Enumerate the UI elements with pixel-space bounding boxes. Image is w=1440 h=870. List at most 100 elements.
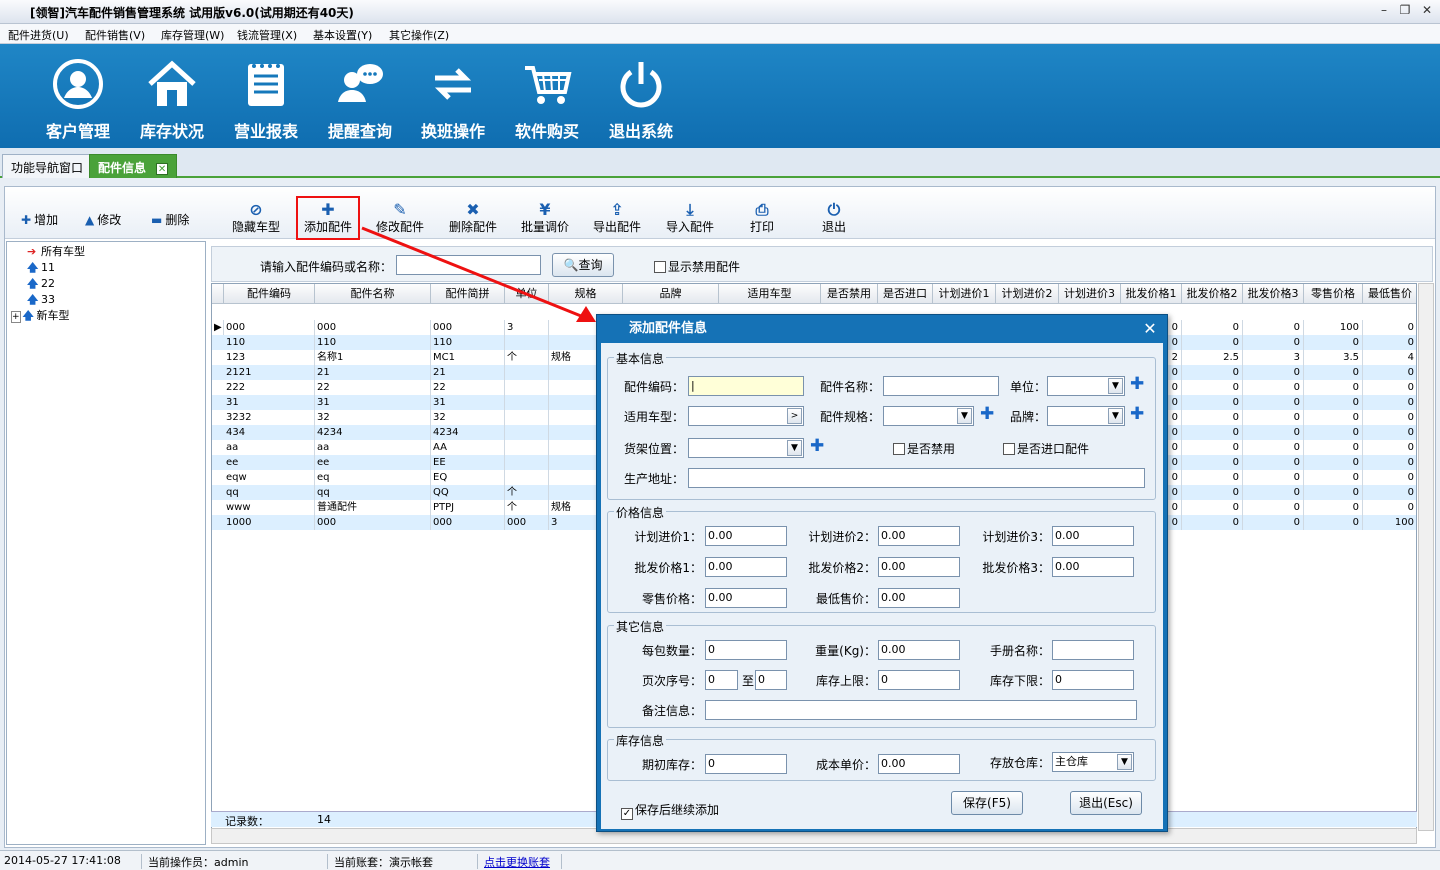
col-header[interactable]: 批发价格1	[1121, 284, 1182, 304]
tree-node-new[interactable]: + 🡅 新车型	[11, 308, 70, 324]
weight-input[interactable]: 0.00	[878, 640, 960, 660]
perpack-input[interactable]: 0	[705, 640, 787, 660]
tab-nav-window[interactable]: 功能导航窗口	[2, 154, 93, 178]
print-button[interactable]: ⎙ 打印	[730, 201, 794, 235]
name-input[interactable]	[883, 376, 999, 396]
restore-icon[interactable]: ❐	[1396, 3, 1414, 20]
tab-close-icon[interactable]: ✕	[156, 163, 169, 175]
menu-purchase[interactable]: 配件进货(U)	[8, 27, 69, 43]
search-button[interactable]: 🔍查询	[552, 253, 614, 277]
purchase-software-button[interactable]: 软件购买	[502, 58, 592, 142]
lower-input[interactable]: 0	[1052, 670, 1134, 690]
spec-select[interactable]: ▼	[883, 406, 974, 426]
tree-node-33[interactable]: 🡅 33	[27, 292, 55, 308]
unit-select[interactable]: ▼	[1047, 376, 1125, 396]
report-button[interactable]: 营业报表	[221, 58, 311, 142]
exit-label: 退出	[821, 220, 846, 234]
tree-root[interactable]: ➔ 所有车型	[27, 244, 85, 260]
continue-checkbox[interactable]: ✓ 保存后继续添加	[621, 801, 719, 820]
table-cell: 0	[1182, 320, 1243, 335]
col-header[interactable]: 计划进价3	[1059, 284, 1121, 304]
expand-icon[interactable]: +	[11, 311, 21, 323]
exit-system-button[interactable]: 退出系统	[596, 58, 686, 142]
browse-icon[interactable]: >	[787, 408, 802, 424]
col-header[interactable]: 适用车型	[719, 284, 821, 304]
retail-input[interactable]: 0.00	[705, 588, 787, 608]
search-input[interactable]	[396, 255, 541, 275]
menu-sales[interactable]: 配件销售(V)	[85, 27, 145, 43]
import-part-button[interactable]: ⤓ 导入配件	[658, 201, 722, 235]
table-cell: 0	[1363, 380, 1416, 395]
shelf-select[interactable]: ▼	[688, 438, 804, 458]
add-brand-icon[interactable]: ✚	[1130, 406, 1144, 423]
close-icon[interactable]: ✕	[1418, 3, 1436, 20]
dialog-close-icon[interactable]: ✕	[1141, 319, 1159, 338]
col-header[interactable]: 是否进口	[878, 284, 933, 304]
col-header[interactable]: 配件编码	[224, 284, 315, 304]
col-header[interactable]: 最低售价	[1363, 284, 1416, 304]
col-header[interactable]: 零售价格	[1304, 284, 1363, 304]
whole2-input[interactable]: 0.00	[878, 557, 960, 577]
export-part-button[interactable]: ⇪ 导出配件	[585, 201, 649, 235]
plan3-input[interactable]: 0.00	[1052, 526, 1134, 546]
delete-button[interactable]: ▬ 删除	[151, 211, 189, 228]
initstock-input[interactable]: 0	[705, 754, 787, 774]
table-cell: 100	[1363, 515, 1416, 530]
col-header[interactable]: 计划进价1	[933, 284, 996, 304]
col-header[interactable]: 批发价格2	[1182, 284, 1243, 304]
menu-other[interactable]: 其它操作(Z)	[389, 27, 449, 43]
minimize-icon[interactable]: –	[1375, 3, 1393, 20]
add-shelf-icon[interactable]: ✚	[810, 438, 824, 455]
plan2-input[interactable]: 0.00	[878, 526, 960, 546]
menu-settings[interactable]: 基本设置(Y)	[313, 27, 372, 43]
manual-input[interactable]	[1052, 640, 1134, 660]
col-header[interactable]: 单位	[505, 284, 549, 304]
batch-price-button[interactable]: ¥ 批量调价	[513, 201, 577, 235]
tab-part-info[interactable]: 配件信息 ✕	[89, 154, 178, 178]
minprice-input[interactable]: 0.00	[878, 588, 960, 608]
add-unit-icon[interactable]: ✚	[1130, 376, 1144, 393]
brand-select[interactable]: ▼	[1047, 406, 1125, 426]
exit-button[interactable]: ⏻ 退出	[802, 201, 866, 235]
switch-account-link[interactable]: 点击更换账套	[480, 854, 562, 869]
show-disabled-checkbox[interactable]: 显示禁用配件	[654, 258, 740, 275]
col-header[interactable]: 配件名称	[315, 284, 431, 304]
col-header[interactable]: 是否禁用	[821, 284, 878, 304]
customer-button[interactable]: 客户管理	[33, 58, 123, 142]
page-to-input[interactable]: 0	[755, 670, 787, 690]
col-header[interactable]: 规格	[549, 284, 623, 304]
add-button[interactable]: ✚ 增加	[21, 211, 58, 228]
cost-input[interactable]: 0.00	[878, 754, 960, 774]
whole1-input[interactable]: 0.00	[705, 557, 787, 577]
edit-part-button[interactable]: ✎ 修改配件	[368, 201, 432, 235]
stock-status-button[interactable]: 库存状况	[127, 58, 217, 142]
save-button[interactable]: 保存(F5)	[951, 791, 1023, 815]
menu-inventory[interactable]: 库存管理(W)	[161, 27, 224, 43]
menu-cashflow[interactable]: 钱流管理(X)	[237, 27, 297, 43]
col-header[interactable]: 配件简拼	[431, 284, 505, 304]
plan1-input[interactable]: 0.00	[705, 526, 787, 546]
upper-input[interactable]: 0	[878, 670, 960, 690]
origin-input[interactable]	[688, 468, 1145, 488]
delete-part-button[interactable]: ✖ 删除配件	[441, 201, 505, 235]
tree-node-11[interactable]: 🡅 11	[27, 260, 55, 276]
imported-checkbox[interactable]: 是否进口配件	[1003, 440, 1089, 457]
dialog-exit-button[interactable]: 退出(Esc)	[1070, 791, 1142, 815]
add-spec-icon[interactable]: ✚	[980, 406, 994, 423]
page-from-input[interactable]: 0	[705, 670, 738, 690]
note-input[interactable]	[705, 700, 1137, 720]
col-header[interactable]: 批发价格3	[1243, 284, 1304, 304]
edit-button[interactable]: ▲ 修改	[85, 211, 121, 228]
hide-model-button[interactable]: ⊘ 隐藏车型	[224, 201, 288, 235]
disabled-checkbox[interactable]: 是否禁用	[893, 440, 955, 457]
tree-node-22[interactable]: 🡅 22	[27, 276, 55, 292]
vertical-scrollbar[interactable]	[1418, 283, 1434, 831]
reminder-button[interactable]: 提醒查询	[315, 58, 405, 142]
code-input[interactable]: |	[688, 376, 804, 396]
col-header[interactable]: 计划进价2	[996, 284, 1059, 304]
whole3-input[interactable]: 0.00	[1052, 557, 1134, 577]
col-header[interactable]: 品牌	[623, 284, 719, 304]
car-input[interactable]: >	[688, 406, 804, 426]
shift-button[interactable]: 换班操作	[408, 58, 498, 142]
warehouse-select[interactable]: 主仓库 ▼	[1052, 752, 1134, 772]
